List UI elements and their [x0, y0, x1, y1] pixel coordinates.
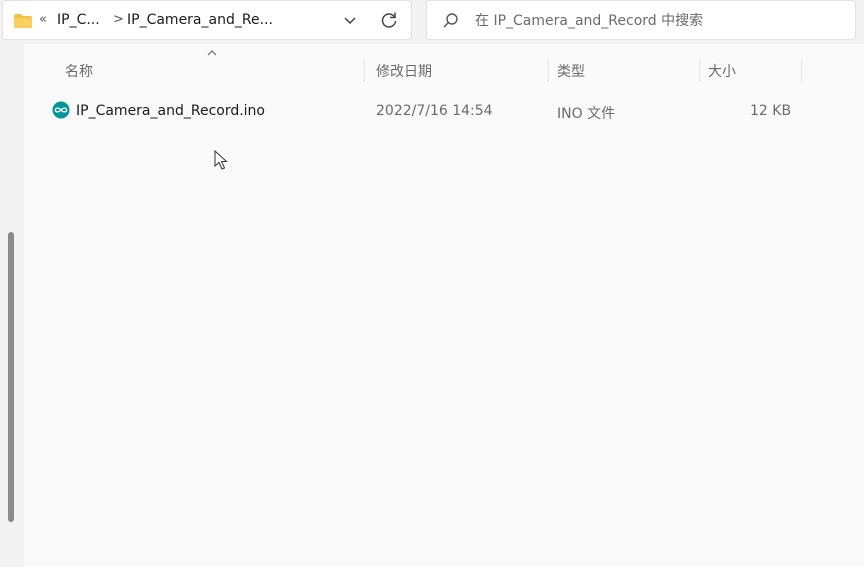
file-row[interactable]: IP_Camera_and_Record.ino 2022/7/16 14:54…: [44, 98, 844, 126]
search-box[interactable]: [426, 0, 856, 41]
breadcrumb-item-current[interactable]: IP_Camera_and_Re...: [127, 12, 273, 28]
file-list: 名称 修改日期 类型 大小 IP_Camera_and_Record.ino 2…: [24, 44, 864, 567]
column-divider[interactable]: [364, 60, 365, 82]
column-header-row: 名称 修改日期 类型 大小: [24, 44, 864, 94]
file-date: 2022/7/16 14:54: [376, 103, 493, 119]
column-divider[interactable]: [548, 60, 549, 82]
nav-scrollbar-thumb[interactable]: [8, 232, 14, 522]
search-icon: [443, 13, 458, 28]
address-bar[interactable]: « IP_C... > IP_Camera_and_Re...: [2, 0, 412, 40]
column-header-size[interactable]: 大小: [708, 61, 736, 81]
arduino-file-icon: [52, 101, 70, 119]
folder-icon: [14, 14, 32, 28]
file-name[interactable]: IP_Camera_and_Record.ino: [76, 103, 265, 119]
sort-caret-icon: [207, 50, 217, 56]
column-header-date[interactable]: 修改日期: [376, 61, 432, 81]
refresh-icon[interactable]: [378, 9, 400, 31]
breadcrumb-separator: >: [113, 12, 124, 27]
column-divider[interactable]: [801, 60, 802, 82]
chevron-down-icon[interactable]: [341, 11, 359, 29]
breadcrumb-overflow[interactable]: «: [39, 12, 47, 27]
top-bar: « IP_C... > IP_Camera_and_Re...: [0, 0, 864, 44]
file-type: INO 文件: [557, 106, 616, 122]
column-divider[interactable]: [699, 60, 700, 82]
column-header-name[interactable]: 名称: [65, 61, 93, 81]
mouse-cursor-icon: [214, 150, 228, 170]
search-input[interactable]: [473, 1, 847, 41]
breadcrumb-item-parent[interactable]: IP_C...: [57, 12, 100, 28]
file-size: 12 KB: [750, 103, 792, 119]
column-header-type[interactable]: 类型: [557, 61, 585, 81]
